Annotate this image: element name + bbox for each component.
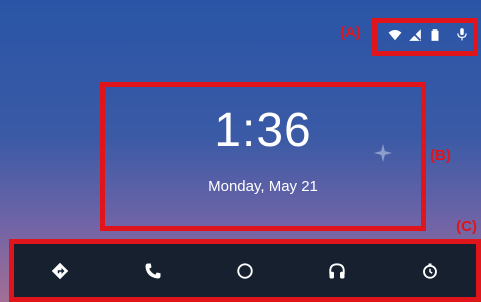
headphones-icon [329,262,346,278]
microphone-icon[interactable] [455,26,469,42]
recents-icon [422,263,437,279]
navigation-icon [51,262,69,279]
nav-recents-button[interactable] [413,254,447,288]
home-icon [237,262,253,279]
nav-media-button[interactable] [320,254,354,288]
wifi-icon [388,30,402,41]
nav-navigation-button[interactable] [43,254,77,288]
annotation-label-a: (A) [340,24,361,41]
nav-phone-button[interactable] [136,254,170,288]
bottom-nav-bar [14,244,476,297]
sparkle-icon [373,143,393,163]
status-icons [388,28,442,42]
phone-icon [145,263,161,278]
annotation-label-b: (B) [430,147,451,164]
nav-home-button[interactable] [228,254,262,288]
clock-date: Monday, May 21 [208,178,318,195]
no-signal-icon [409,29,421,41]
battery-icon [431,29,439,41]
annotation-label-c: (C) [456,218,477,235]
